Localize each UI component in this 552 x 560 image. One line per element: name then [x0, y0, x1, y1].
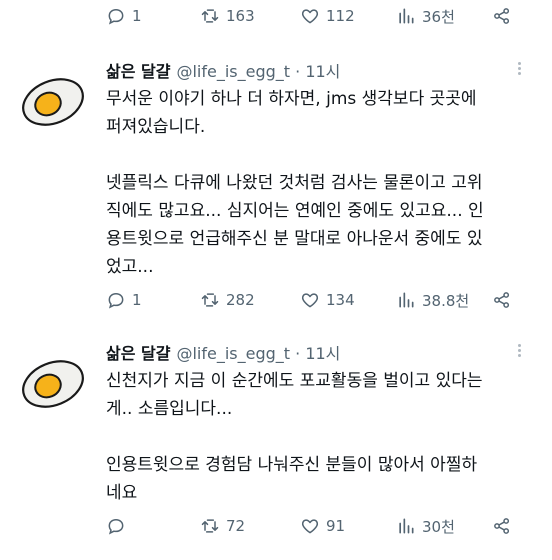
tweet-paragraph: 무서운 이야기 하나 더 하자면, jms 생각보다 곳곳에 퍼져있습니다. [106, 89, 477, 137]
tweet-actions: 72 91 30천 [0, 514, 552, 538]
tweet-paragraph: 신천지가 지금 이 순간에도 포교활동을 벌이고 있다는 게.. 소름입니다..… [106, 371, 483, 419]
boiled-egg-icon [22, 360, 84, 408]
tweet-actions: 1 163 112 36천 [0, 4, 552, 28]
more-icon [512, 344, 526, 357]
dot-separator: · [295, 62, 301, 81]
tweet-text: 신천지가 지금 이 순간에도 포교활동을 벌이고 있다는 게.. 소름입니다..… [106, 367, 536, 507]
views-icon [399, 292, 414, 308]
tweet-paragraph: 인용트윗으로 경험담 나눠주신 분들이 많아서 아찔하 네요 [106, 455, 478, 503]
share-icon [494, 518, 510, 534]
author-handle[interactable]: @life_is_egg_t [176, 344, 290, 363]
reply-icon [108, 518, 124, 535]
tweet-header: 삶은 달걀 @life_is_egg_t · 11시 [106, 58, 340, 82]
heart-icon [301, 9, 319, 24]
avatar[interactable] [20, 74, 86, 126]
like-count: 112 [326, 7, 355, 25]
boiled-egg-icon [22, 78, 84, 126]
heart-icon [301, 293, 319, 308]
more-button[interactable] [512, 60, 526, 78]
retweet-count: 72 [226, 517, 246, 535]
tweet-actions: 1 282 134 38.8천 [0, 288, 552, 312]
tweet-text: 무서운 이야기 하나 더 하자면, jms 생각보다 곳곳에 퍼져있습니다. 넷… [106, 85, 536, 281]
author-name[interactable]: 삶은 달걀 [106, 62, 170, 81]
retweet-count: 163 [226, 7, 255, 25]
tweet-header: 삶은 달걀 @life_is_egg_t · 11시 [106, 340, 340, 364]
reply-icon [108, 8, 124, 25]
reply-count: 1 [132, 291, 142, 309]
views-button[interactable]: 30천 [396, 514, 455, 538]
like-count: 134 [326, 291, 355, 309]
author-handle[interactable]: @life_is_egg_t [176, 62, 290, 81]
reply-icon [108, 292, 124, 309]
retweet-button[interactable]: 163 [200, 4, 255, 28]
retweet-icon [201, 293, 219, 307]
avatar[interactable] [20, 356, 86, 408]
reply-count: 1 [132, 7, 142, 25]
more-button[interactable] [512, 342, 526, 360]
retweet-count: 282 [226, 291, 255, 309]
reply-button[interactable] [106, 514, 132, 538]
views-icon [399, 8, 414, 24]
dot-separator: · [295, 344, 301, 363]
share-button[interactable] [492, 288, 512, 312]
share-button[interactable] [492, 4, 512, 28]
tweet-time[interactable]: 11시 [305, 344, 340, 363]
tweet-time[interactable]: 11시 [305, 62, 340, 81]
more-icon [512, 62, 526, 75]
tweet[interactable]: 삶은 달걀 @life_is_egg_t · 11시 무서운 이야기 하나 더 하… [0, 54, 552, 316]
retweet-icon [201, 9, 219, 23]
views-count: 36천 [422, 7, 455, 26]
views-button[interactable]: 38.8천 [396, 288, 469, 312]
reply-button[interactable]: 1 [106, 4, 142, 28]
share-icon [494, 292, 510, 308]
like-button[interactable]: 134 [300, 288, 355, 312]
like-count: 91 [326, 517, 346, 535]
retweet-button[interactable]: 72 [200, 514, 245, 538]
tweet[interactable]: 삶은 달걀 @life_is_egg_t · 11시 신천지가 지금 이 순간에도… [0, 336, 552, 506]
retweet-icon [201, 519, 219, 533]
share-button[interactable] [492, 514, 512, 538]
views-button[interactable]: 36천 [396, 4, 455, 28]
views-icon [399, 518, 414, 534]
retweet-button[interactable]: 282 [200, 288, 255, 312]
like-button[interactable]: 112 [300, 4, 355, 28]
heart-icon [301, 519, 319, 534]
author-name[interactable]: 삶은 달걀 [106, 344, 170, 363]
share-icon [494, 8, 510, 24]
like-button[interactable]: 91 [300, 514, 345, 538]
views-count: 30천 [422, 517, 455, 536]
tweet-paragraph: 넷플릭스 다큐에 나왔던 것처럼 검사는 물론이고 고위 직에도 많고요... … [106, 173, 484, 277]
views-count: 38.8천 [422, 291, 470, 310]
reply-button[interactable]: 1 [106, 288, 142, 312]
